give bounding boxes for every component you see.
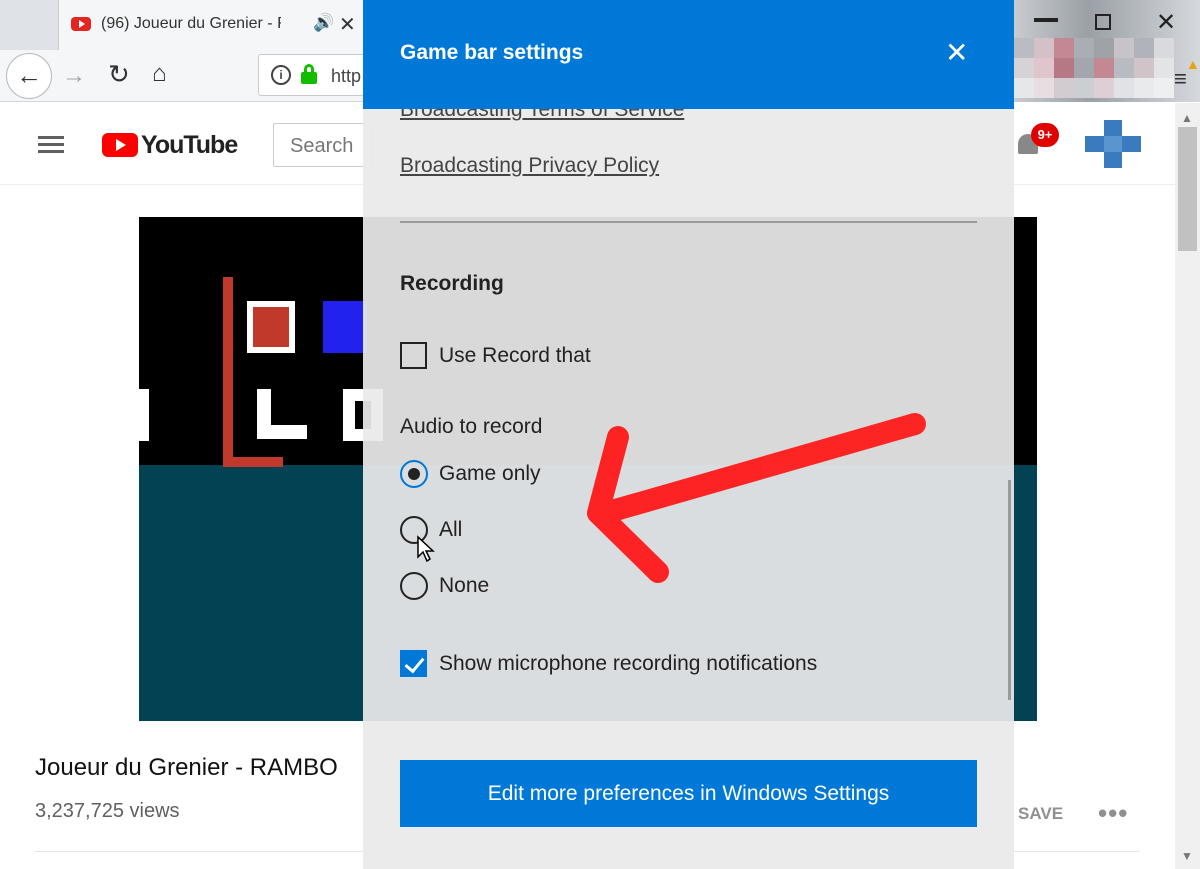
panel-scrollbar[interactable] xyxy=(1008,480,1011,700)
video-title: Joueur du Grenier - RAMBO xyxy=(35,754,338,781)
section-title: Recording xyxy=(400,272,504,295)
audio-none-label[interactable]: None xyxy=(439,574,489,598)
forward-button[interactable]: → xyxy=(62,62,86,90)
use-record-that-label[interactable]: Use Record that xyxy=(439,344,591,368)
scroll-up-icon[interactable]: ▲ xyxy=(1181,111,1193,125)
back-button[interactable]: ← xyxy=(6,53,52,99)
audio-game-only-radio[interactable] xyxy=(400,460,428,488)
audio-game-only-label[interactable]: Game only xyxy=(439,462,541,486)
window-close-icon[interactable]: ✕ xyxy=(1156,8,1176,37)
panel-title: Game bar settings xyxy=(400,41,584,64)
audio-none-radio[interactable] xyxy=(400,572,428,600)
edit-preferences-button[interactable]: Edit more preferences in Windows Setting… xyxy=(400,760,977,827)
guide-menu-icon[interactable] xyxy=(38,136,64,154)
warning-icon: ▲ xyxy=(1186,56,1200,72)
save-button[interactable]: SAVE xyxy=(1018,804,1063,824)
youtube-favicon-icon xyxy=(71,17,91,31)
youtube-logo-text[interactable]: YouTube xyxy=(141,131,238,160)
page-scrollbar[interactable]: ▲ ▼ xyxy=(1175,103,1200,869)
mouse-cursor-icon xyxy=(417,535,435,563)
info-icon[interactable]: i xyxy=(271,65,291,85)
use-record-that-checkbox[interactable] xyxy=(400,342,427,369)
browser-tab[interactable]: (96) Joueur du Grenier - RAMBO 🔊 ✕ xyxy=(58,0,364,50)
game-sprite-red xyxy=(247,301,295,353)
broadcasting-privacy-link[interactable]: Broadcasting Privacy Policy xyxy=(400,154,659,178)
search-input[interactable]: Search xyxy=(273,123,373,167)
game-edge-mark xyxy=(139,389,149,441)
window-controls: ✕ ≡ ▲ xyxy=(1014,0,1200,102)
url-text[interactable]: http xyxy=(331,66,361,87)
blurred-mosaic xyxy=(1014,38,1174,98)
audio-to-record-label: Audio to record xyxy=(400,415,543,438)
home-button[interactable]: ⌂ xyxy=(152,60,167,88)
game-bar-header: Game bar settings ✕ xyxy=(363,0,1014,109)
tab-title: (96) Joueur du Grenier - RAMBO xyxy=(101,15,281,32)
youtube-logo-icon[interactable] xyxy=(102,133,138,157)
game-sprite-blue xyxy=(323,301,367,353)
maximize-icon[interactable] xyxy=(1095,14,1111,30)
game-bar-settings-panel: Broadcasting Terms of Service Broadcasti… xyxy=(363,0,1014,869)
search-placeholder: Search xyxy=(290,135,354,157)
lock-icon xyxy=(301,64,317,84)
notification-badge: 9+ xyxy=(1031,123,1059,147)
audio-all-label[interactable]: All xyxy=(439,518,462,542)
hamburger-menu-icon[interactable]: ≡ xyxy=(1174,66,1187,92)
tab-close-icon[interactable]: ✕ xyxy=(339,12,356,37)
more-actions-icon[interactable]: ••• xyxy=(1098,798,1128,829)
mic-notifications-checkbox[interactable] xyxy=(400,650,427,677)
close-icon[interactable]: ✕ xyxy=(945,36,968,69)
avatar[interactable] xyxy=(1085,120,1141,168)
view-count: 3,237,725 views xyxy=(35,800,180,822)
scroll-down-icon[interactable]: ▼ xyxy=(1181,849,1193,863)
mic-notifications-label[interactable]: Show microphone recording notifications xyxy=(439,652,817,676)
minimize-icon[interactable] xyxy=(1034,18,1058,22)
speaker-icon[interactable]: 🔊 xyxy=(313,13,334,33)
scroll-thumb[interactable] xyxy=(1178,127,1197,251)
game-letter-l-base xyxy=(257,425,307,439)
section-divider xyxy=(400,221,977,223)
reload-button[interactable]: ↻ xyxy=(108,59,130,90)
